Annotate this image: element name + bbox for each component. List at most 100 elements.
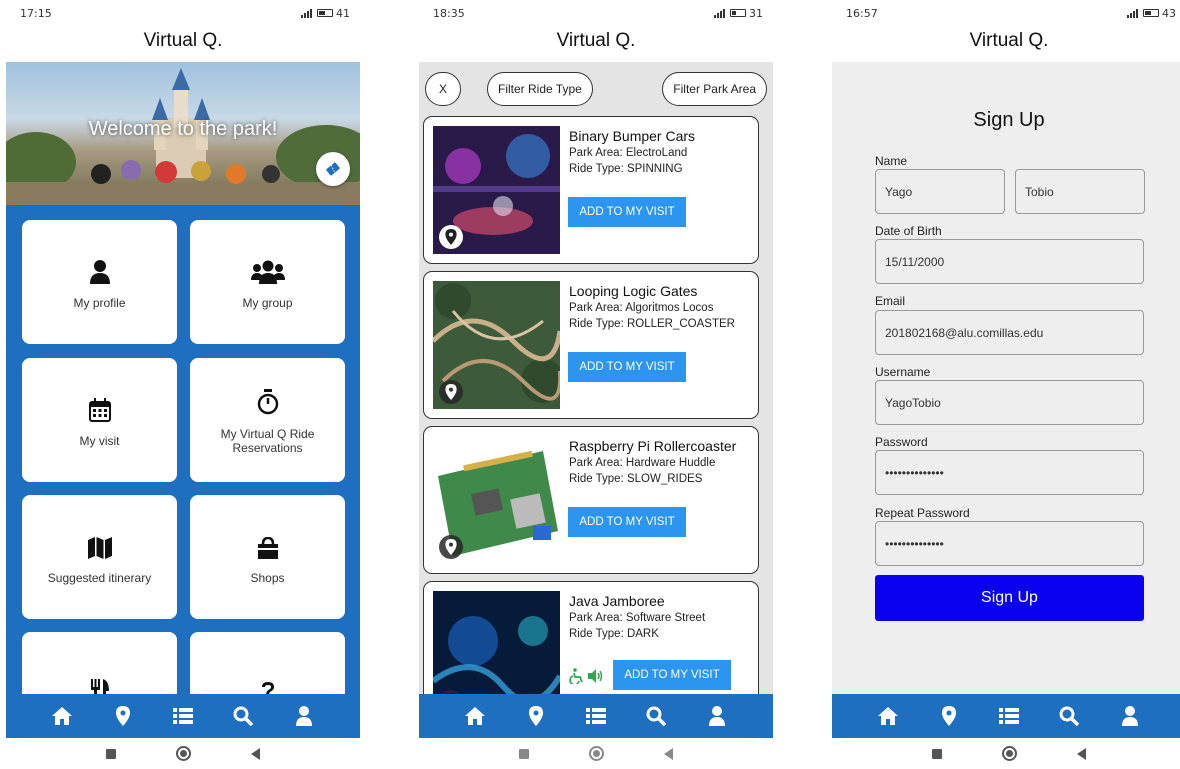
battery-icon (317, 9, 333, 17)
ride-area: Park Area: Software Street (569, 612, 706, 624)
map-pin-icon (115, 706, 130, 726)
ride-name: Binary Bumper Cars (569, 128, 696, 144)
park-banner: Welcome to the park! (6, 62, 360, 205)
nav-home[interactable] (460, 701, 490, 731)
tile-label: My Virtual Q Ride Reservations (220, 427, 315, 455)
tile-suggested-itinerary[interactable]: Suggested itinerary (22, 495, 177, 619)
ticket-button[interactable] (316, 152, 350, 186)
ride-area: Park Area: Hardware Huddle (569, 457, 716, 469)
location-button[interactable] (439, 225, 463, 249)
ride-card[interactable]: Looping Logic Gates Park Area: Algoritmo… (423, 271, 759, 419)
nav-map[interactable] (108, 701, 138, 731)
filter-park-area-button[interactable]: Filter Park Area (662, 72, 767, 106)
battery-level: 41 (336, 6, 350, 20)
signup-button[interactable]: Sign Up (875, 575, 1144, 621)
ride-card[interactable]: Java Jamboree Park Area: Software Street… (423, 581, 759, 694)
nav-map[interactable] (934, 701, 964, 731)
nav-list[interactable] (168, 701, 198, 731)
password-label: Password (875, 435, 928, 449)
repeat-password-field[interactable]: •••••••••••••• (875, 521, 1144, 566)
stopwatch-icon (257, 389, 278, 415)
tile-shops[interactable]: Shops (190, 495, 345, 619)
repeat-password-label: Repeat Password (875, 506, 970, 520)
accessibility-features (569, 668, 604, 684)
add-to-visit-button[interactable]: ADD TO MY VISIT (568, 507, 686, 537)
last-name-field[interactable]: Tobio (1015, 169, 1145, 214)
nav-list[interactable] (581, 701, 611, 731)
tile-label: My visit (79, 434, 120, 448)
recents-button[interactable] (932, 748, 942, 759)
email-field[interactable]: 201802168@alu.comillas.edu (875, 310, 1144, 355)
home-system-button[interactable] (176, 746, 191, 761)
first-name-field[interactable]: Yago (875, 169, 1005, 214)
home-system-button[interactable] (1002, 746, 1017, 761)
nav-list[interactable] (994, 701, 1024, 731)
dob-label: Date of Birth (875, 224, 942, 238)
user-icon (295, 706, 312, 726)
password-field[interactable]: •••••••••••••• (875, 450, 1144, 495)
tile-ride-reservations[interactable]: My Virtual Q Ride Reservations (190, 358, 345, 482)
wheelchair-icon (569, 668, 583, 684)
add-to-visit-button[interactable]: ADD TO MY VISIT (568, 197, 686, 227)
map-pin-icon (445, 539, 457, 555)
nav-home[interactable] (47, 701, 77, 731)
nav-search[interactable] (1054, 701, 1084, 731)
nav-search[interactable] (641, 701, 671, 731)
tile-my-profile[interactable]: My profile (22, 220, 177, 344)
tile-help[interactable] (190, 632, 345, 694)
tile-my-visit[interactable]: My visit (22, 358, 177, 482)
email-label: Email (875, 294, 906, 308)
nav-home[interactable] (873, 701, 903, 731)
add-to-visit-button[interactable]: ADD TO MY VISIT (568, 352, 686, 382)
app-title: Virtual Q. (969, 30, 1049, 51)
app-title: Virtual Q. (556, 30, 636, 51)
ride-card[interactable]: Binary Bumper Cars Park Area: ElectroLan… (423, 116, 759, 264)
nav-profile[interactable] (1115, 701, 1145, 731)
bottom-nav (832, 694, 1180, 738)
system-nav (419, 738, 773, 769)
tile-label: My group (242, 296, 293, 310)
signal-icon (1127, 8, 1138, 18)
battery-level: 43 (1162, 6, 1176, 20)
map-pin-icon (528, 706, 543, 726)
ride-name: Looping Logic Gates (569, 283, 698, 299)
ticket-icon (326, 162, 340, 176)
back-button[interactable] (1077, 747, 1086, 760)
search-icon (1059, 706, 1080, 726)
back-button[interactable] (664, 747, 673, 760)
nav-search[interactable] (228, 701, 258, 731)
ride-card[interactable]: Raspberry Pi Rollercoaster Park Area: Ha… (423, 426, 759, 574)
recents-button[interactable] (106, 748, 116, 759)
shopping-bag-icon (257, 537, 278, 559)
filter-ride-type-button[interactable]: Filter Ride Type (487, 72, 593, 106)
add-to-visit-button[interactable]: ADD TO MY VISIT (613, 660, 731, 690)
dob-field[interactable]: 15/11/2000 (875, 239, 1144, 284)
status-time: 17:15 (20, 6, 52, 20)
tile-restaurants[interactable] (22, 632, 177, 694)
location-button[interactable] (439, 380, 463, 404)
home-icon (878, 707, 899, 725)
tile-my-group[interactable]: My group (190, 220, 345, 344)
list-icon (998, 708, 1019, 724)
clear-filters-button[interactable]: X (425, 72, 461, 106)
nav-profile[interactable] (702, 701, 732, 731)
location-button[interactable] (439, 535, 463, 559)
restaurant-icon (90, 679, 109, 694)
signal-icon (714, 8, 725, 18)
home-system-button[interactable] (589, 746, 604, 761)
battery-level: 31 (749, 6, 763, 20)
username-field[interactable]: YagoTobio (875, 380, 1144, 425)
back-button[interactable] (251, 747, 260, 760)
status-bar: 16:57 43 (832, 0, 1180, 26)
user-icon (1121, 706, 1138, 726)
ride-name: Raspberry Pi Rollercoaster (569, 438, 737, 454)
nav-map[interactable] (521, 701, 551, 731)
app-title: Virtual Q. (143, 30, 223, 51)
search-icon (646, 706, 667, 726)
status-bar: 17:15 41 (6, 0, 360, 26)
recents-button[interactable] (519, 748, 529, 759)
ride-type: Ride Type: SLOW_RIDES (569, 473, 703, 485)
name-label: Name (875, 154, 908, 168)
sound-icon (588, 669, 603, 683)
nav-profile[interactable] (289, 701, 319, 731)
